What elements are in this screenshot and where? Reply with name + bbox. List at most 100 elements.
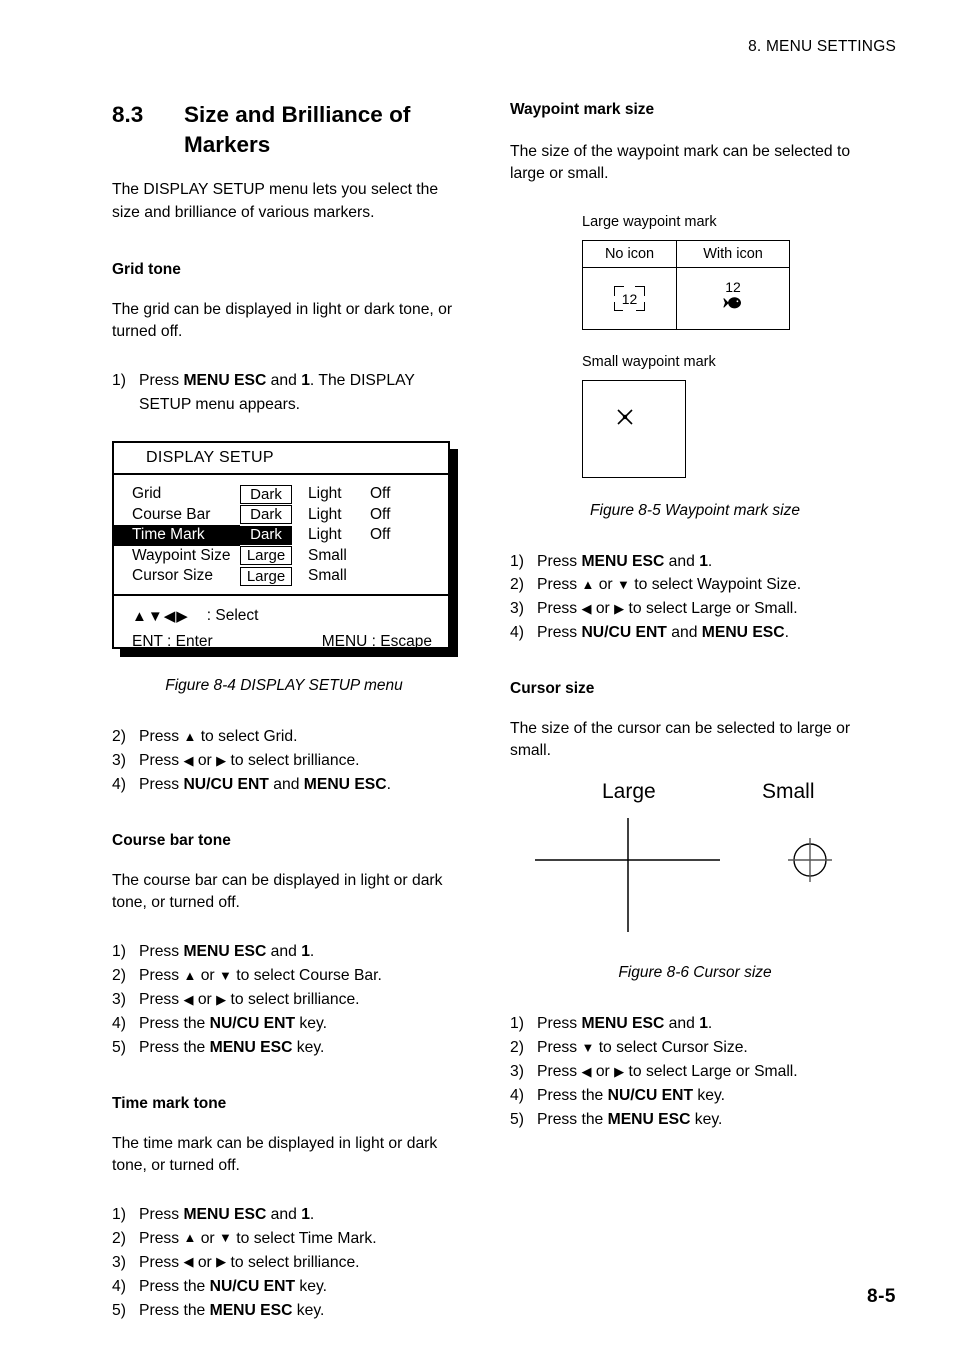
step-text: Press the MENU ESC key.	[139, 1038, 325, 1056]
menu-option-dark-selected[interactable]: Dark	[240, 526, 292, 545]
grid-tone-body: The grid can be displayed in light or da…	[112, 300, 453, 341]
arrow-keys-icon: ▲▼◀▶	[132, 607, 189, 625]
waypoint-bracket-marker: 12	[613, 285, 646, 311]
list-item: 5) Press the MENU ESC key.	[510, 1108, 880, 1132]
menu-option-large[interactable]: Large	[240, 546, 292, 566]
step-number: 3)	[510, 600, 524, 618]
time-mark-tone-body: The time mark can be displayed in light …	[112, 1134, 438, 1174]
step-number: 2)	[112, 967, 126, 985]
waypoint-no-icon-cell: 12	[581, 266, 678, 330]
menu-row-waypoint-size[interactable]: Waypoint Size Large Small	[114, 546, 448, 567]
step-text: Press MENU ESC and 1.	[139, 1206, 315, 1224]
step-text: Press ◀ or ▶ to select brilliance.	[139, 1253, 360, 1271]
step-text: Press ▼ to select Cursor Size.	[537, 1039, 748, 1057]
step-text: Press MENU ESC and 1. The DISPLAY SETUP …	[139, 372, 415, 414]
menu-option-dark[interactable]: Dark	[240, 484, 292, 504]
step-text: Press the MENU ESC key.	[139, 1301, 325, 1319]
menu-title: DISPLAY SETUP	[114, 443, 448, 476]
course-bar-tone-steps: 1) Press MENU ESC and 1. 2) Press ▲ or ▼…	[112, 940, 464, 1059]
down-arrow-icon: ▼	[581, 1039, 595, 1055]
menu-option-large[interactable]: Large	[240, 566, 292, 586]
heading-course-bar-tone: Course bar tone	[112, 831, 231, 849]
figure-caption-8-4: Figure 8-4 DISPLAY SETUP menu	[165, 677, 403, 695]
menu-option-light[interactable]: Light	[304, 526, 366, 544]
menu-option-off[interactable]: Off	[366, 506, 428, 524]
waypoint-mark-size-steps: 1) Press MENU ESC and 1. 2) Press ▲ or ▼…	[510, 550, 880, 645]
cursor-size-diagram	[535, 818, 832, 933]
right-arrow-icon: ▶	[216, 1254, 227, 1270]
down-arrow-icon: ▼	[219, 967, 232, 983]
waypoint-mark-table: No icon With icon 12 12	[581, 239, 790, 330]
menu-row-course-bar[interactable]: Course Bar Dark Light Off	[114, 505, 448, 526]
heading-waypoint-mark-size: Waypoint mark size	[510, 101, 655, 118]
step-text: Press ◀ or ▶ to select brilliance.	[139, 752, 360, 770]
step-text: Press NU/CU ENT and MENU ESC.	[537, 624, 789, 642]
list-item: 4) Press NU/CU ENT and MENU ESC.	[510, 621, 880, 645]
menu-option-small[interactable]: Small	[304, 567, 366, 585]
step-text: Press ▲ or ▼ to select Waypoint Size.	[537, 576, 802, 594]
step-number: 1)	[510, 552, 524, 570]
section-heading: 8.3 Size and Brilliance of Markers	[112, 100, 464, 159]
right-column: Waypoint mark size The size of the waypo…	[510, 100, 880, 1132]
menu-row-label: Course Bar	[132, 505, 211, 523]
small-cursor-crosshair	[788, 838, 832, 883]
list-item: 2) Press ▲ or ▼ to select Course Bar.	[112, 964, 464, 988]
step-number: 4)	[510, 1087, 524, 1105]
list-item: 5) Press the MENU ESC key.	[112, 1036, 464, 1060]
fish-icon	[723, 297, 742, 309]
step-number: 5)	[510, 1110, 524, 1128]
step-text: Press NU/CU ENT and MENU ESC.	[139, 775, 391, 793]
figure-display-setup-menu: DISPLAY SETUP Grid Dark Light Off Course…	[112, 441, 458, 658]
cursor-large-label: Large	[602, 780, 656, 804]
list-item: 2) Press ▲ or ▼ to select Time Mark.	[112, 1227, 464, 1251]
step-text: Press MENU ESC and 1.	[139, 943, 315, 961]
list-item: 2) Press ▼ to select Cursor Size.	[510, 1036, 880, 1060]
list-item: 1) Press MENU ESC and 1.	[112, 1203, 464, 1227]
left-arrow-icon: ◀	[183, 1254, 194, 1270]
table-row: 12 12	[581, 266, 790, 330]
menu-row-label: Grid	[132, 485, 162, 503]
step-text: Press ◀ or ▶ to select Large or Small.	[537, 600, 798, 618]
cursor-small-label: Small	[762, 780, 815, 804]
list-item: 3) Press ◀ or ▶ to select Large or Small…	[510, 597, 880, 621]
section-intro: The DISPLAY SETUP menu lets you select t…	[112, 181, 439, 221]
enter-hint: ENT : Enter	[132, 632, 213, 650]
display-setup-menu: DISPLAY SETUP Grid Dark Light Off Course…	[112, 441, 450, 650]
step-text: Press ▲ to select Grid.	[139, 728, 298, 746]
menu-option-off[interactable]: Off	[366, 526, 428, 544]
large-waypoint-mark-label: Large waypoint mark	[582, 213, 717, 230]
menu-option-off[interactable]: Off	[366, 485, 428, 503]
menu-row-cursor-size[interactable]: Cursor Size Large Small	[114, 566, 448, 587]
list-item: 3) Press ◀ or ▶ to select Large or Small…	[510, 1060, 880, 1084]
step-number: 3)	[112, 991, 126, 1009]
heading-cursor-size: Cursor size	[510, 679, 595, 697]
up-arrow-icon: ▲	[183, 728, 197, 744]
step-number: 4)	[112, 775, 126, 793]
step-number: 5)	[112, 1301, 126, 1319]
table-row: No icon With icon	[581, 239, 790, 268]
menu-option-light[interactable]: Light	[304, 485, 366, 503]
menu-option-light[interactable]: Light	[304, 506, 366, 524]
list-item: 5) Press the MENU ESC key.	[112, 1299, 464, 1323]
menu-rows: Grid Dark Light Off Course Bar Dark Ligh…	[114, 475, 448, 596]
step-number: 1)	[112, 1206, 126, 1224]
list-item: 3) Press ◀ or ▶ to select brilliance.	[112, 1251, 464, 1275]
menu-row-time-mark[interactable]: Time Mark Dark Light Off	[114, 525, 448, 546]
menu-row-label-selected: Time Mark	[114, 525, 240, 546]
running-head: 8. MENU SETTINGS	[748, 38, 896, 55]
left-column: 8.3 Size and Brilliance of Markers The D…	[112, 100, 464, 1322]
step-text: Press MENU ESC and 1.	[537, 1015, 713, 1033]
page-number: 8-5	[867, 1286, 896, 1307]
menu-option-small[interactable]: Small	[304, 547, 366, 565]
step-text: Press the NU/CU ENT key.	[139, 1277, 328, 1295]
cursor-size-steps: 1) Press MENU ESC and 1. 2) Press ▼ to s…	[510, 1012, 880, 1131]
up-arrow-icon: ▲	[183, 967, 197, 983]
list-item: 3) Press ◀ or ▶ to select brilliance.	[112, 749, 464, 773]
list-item: 2) Press ▲ to select Grid.	[112, 725, 464, 749]
cursor-size-body: The size of the cursor can be selected t…	[510, 719, 851, 760]
menu-row-grid[interactable]: Grid Dark Light Off	[114, 484, 448, 505]
step-text: Press ▲ or ▼ to select Time Mark.	[139, 1229, 377, 1247]
time-mark-tone-steps: 1) Press MENU ESC and 1. 2) Press ▲ or ▼…	[112, 1203, 464, 1322]
down-arrow-icon: ▼	[219, 1230, 232, 1246]
menu-option-dark[interactable]: Dark	[240, 505, 292, 525]
